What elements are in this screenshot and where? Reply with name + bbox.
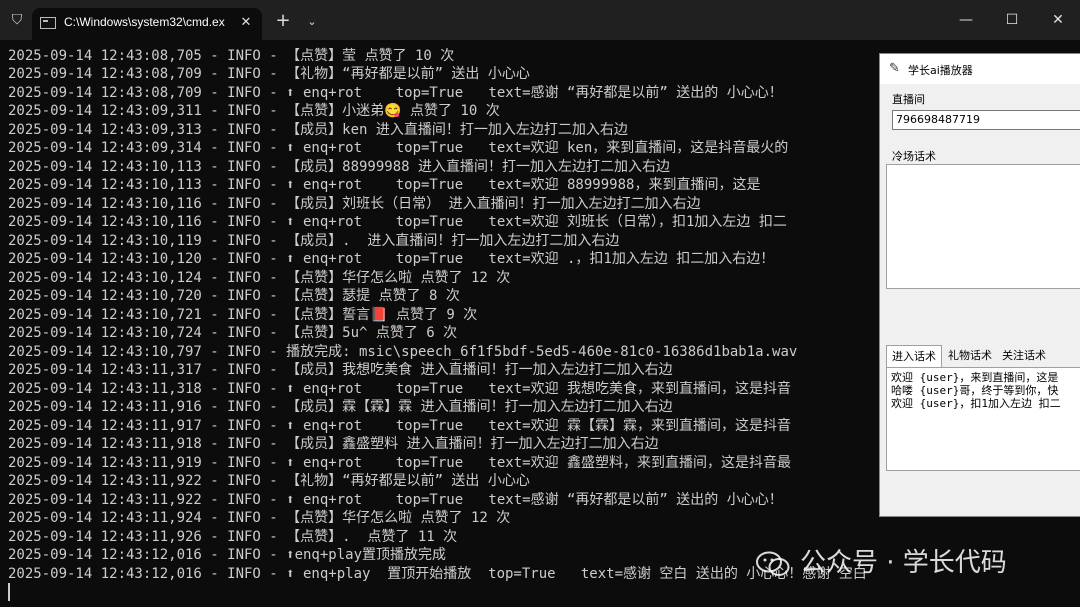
chevron-down-icon[interactable]: ⌄ bbox=[302, 12, 322, 32]
tab-title: C:\Windows\system32\cmd.ex bbox=[64, 15, 225, 29]
text-cursor bbox=[8, 583, 10, 601]
enter-script-textarea[interactable]: 欢迎 {user}，来到直播间，这是 哈喽 {user}哥，终于等到你，快 欢迎… bbox=[886, 367, 1080, 471]
watermark: 公众号 · 学长代码 bbox=[756, 545, 1056, 585]
console-line: 2025-09-14 12:43:09,311 - INFO - 【点赞】小迷弟… bbox=[8, 103, 500, 119]
console-line: 2025-09-14 12:43:08,709 - INFO - 【礼物】“再好… bbox=[8, 66, 530, 82]
tab-gift-script[interactable]: 礼物话术 bbox=[944, 345, 996, 366]
player-title: 学长ai播放器 bbox=[908, 64, 973, 77]
console-line: 2025-09-14 12:43:08,709 - INFO - ⬆ enq+r… bbox=[8, 85, 783, 101]
tab-cmd[interactable]: C:\Windows\system32\cmd.ex ✕ bbox=[32, 8, 262, 40]
console-line: 2025-09-14 12:43:11,926 - INFO - 【点赞】. 点… bbox=[8, 529, 458, 545]
console-line: 2025-09-14 12:43:11,922 - INFO - ⬆ enq+r… bbox=[8, 492, 783, 508]
close-button[interactable]: ✕ bbox=[1035, 0, 1080, 40]
console-line: 2025-09-14 12:43:10,124 - INFO - 【点赞】华仔怎… bbox=[8, 270, 511, 286]
player-title-bar[interactable]: ✎ 学长ai播放器 bbox=[880, 54, 1080, 84]
console-line: 2025-09-14 12:43:10,116 - INFO - ⬆ enq+r… bbox=[8, 214, 787, 230]
console-line: 2025-09-14 12:43:10,113 - INFO - ⬆ enq+r… bbox=[8, 177, 761, 193]
console-line: 2025-09-14 12:43:08,705 - INFO - 【点赞】莹 点… bbox=[8, 48, 455, 64]
cold-script-textarea[interactable] bbox=[886, 164, 1080, 289]
feather-icon: ✎ bbox=[889, 61, 900, 76]
console-line: 2025-09-14 12:43:11,916 - INFO - 【成员】霖【霖… bbox=[8, 399, 673, 415]
console-line: 2025-09-14 12:43:11,318 - INFO - ⬆ enq+r… bbox=[8, 381, 792, 397]
room-id-input[interactable]: 796698487719 bbox=[892, 110, 1080, 130]
wechat-icon bbox=[756, 551, 790, 576]
script-line: 欢迎 {user}，扣1加入左边 扣二 bbox=[891, 397, 1061, 410]
console-line: 2025-09-14 12:43:10,721 - INFO - 【点赞】誓言📕… bbox=[8, 307, 478, 323]
cmd-icon bbox=[40, 17, 56, 29]
close-tab-icon[interactable]: ✕ bbox=[236, 13, 256, 33]
console-line: 2025-09-14 12:43:11,922 - INFO - 【礼物】“再好… bbox=[8, 473, 530, 489]
maximize-button[interactable]: ☐ bbox=[989, 0, 1035, 40]
console-line: 2025-09-14 12:43:11,917 - INFO - ⬆ enq+r… bbox=[8, 418, 792, 434]
console-line: 2025-09-14 12:43:12,016 - INFO - ⬆enq+pl… bbox=[8, 547, 447, 563]
room-label: 直播间 bbox=[892, 93, 925, 106]
console-line: 2025-09-14 12:43:10,113 - INFO - 【成员】889… bbox=[8, 159, 671, 175]
cold-script-label: 冷场话术 bbox=[892, 150, 936, 163]
new-tab-button[interactable]: + bbox=[272, 10, 294, 32]
tab-enter-script[interactable]: 进入话术 bbox=[886, 345, 942, 367]
console-line: 2025-09-14 12:43:10,724 - INFO - 【点赞】5u^… bbox=[8, 325, 458, 341]
player-window[interactable]: ✎ 学长ai播放器 直播间 796698487719 冷场话术 进入话术 礼物话… bbox=[879, 53, 1080, 517]
console-line: 2025-09-14 12:43:10,116 - INFO - 【成员】刘班长… bbox=[8, 196, 701, 212]
tab-follow-script[interactable]: 关注话术 bbox=[998, 345, 1050, 366]
console-line: 2025-09-14 12:43:12,016 - INFO - ⬆ enq+p… bbox=[8, 566, 867, 582]
console-line: 2025-09-14 12:43:10,120 - INFO - ⬆ enq+r… bbox=[8, 251, 775, 267]
console-line: 2025-09-14 12:43:11,918 - INFO - 【成员】鑫盛塑… bbox=[8, 436, 659, 452]
script-line: 欢迎 {user}，来到直播间，这是 bbox=[891, 371, 1059, 384]
watermark-text: 公众号 · 学长代码 bbox=[800, 548, 1007, 578]
console-line: 2025-09-14 12:43:10,119 - INFO - 【成员】. 进… bbox=[8, 233, 620, 249]
shield-icon[interactable]: ⛉ bbox=[8, 11, 26, 29]
console-line: 2025-09-14 12:43:09,314 - INFO - ⬆ enq+r… bbox=[8, 140, 789, 156]
minimize-button[interactable]: — bbox=[943, 0, 989, 40]
console-line: 2025-09-14 12:43:11,919 - INFO - ⬆ enq+r… bbox=[8, 455, 792, 471]
console-line: 2025-09-14 12:43:11,317 - INFO - 【成员】我想吃… bbox=[8, 362, 673, 378]
console-line: 2025-09-14 12:43:11,924 - INFO - 【点赞】华仔怎… bbox=[8, 510, 511, 526]
script-line: 哈喽 {user}哥，终于等到你，快 bbox=[891, 384, 1059, 397]
console-line: 2025-09-14 12:43:10,797 - INFO - 播放完成: m… bbox=[8, 344, 798, 360]
script-tabs: 进入话术 礼物话术 关注话术 bbox=[886, 345, 1080, 367]
console-line: 2025-09-14 12:43:09,313 - INFO - 【成员】ken… bbox=[8, 122, 628, 138]
console-line: 2025-09-14 12:43:10,720 - INFO - 【点赞】瑟提 … bbox=[8, 288, 460, 304]
title-bar: ⛉ C:\Windows\system32\cmd.ex ✕ + ⌄ — ☐ ✕ bbox=[0, 0, 1080, 40]
